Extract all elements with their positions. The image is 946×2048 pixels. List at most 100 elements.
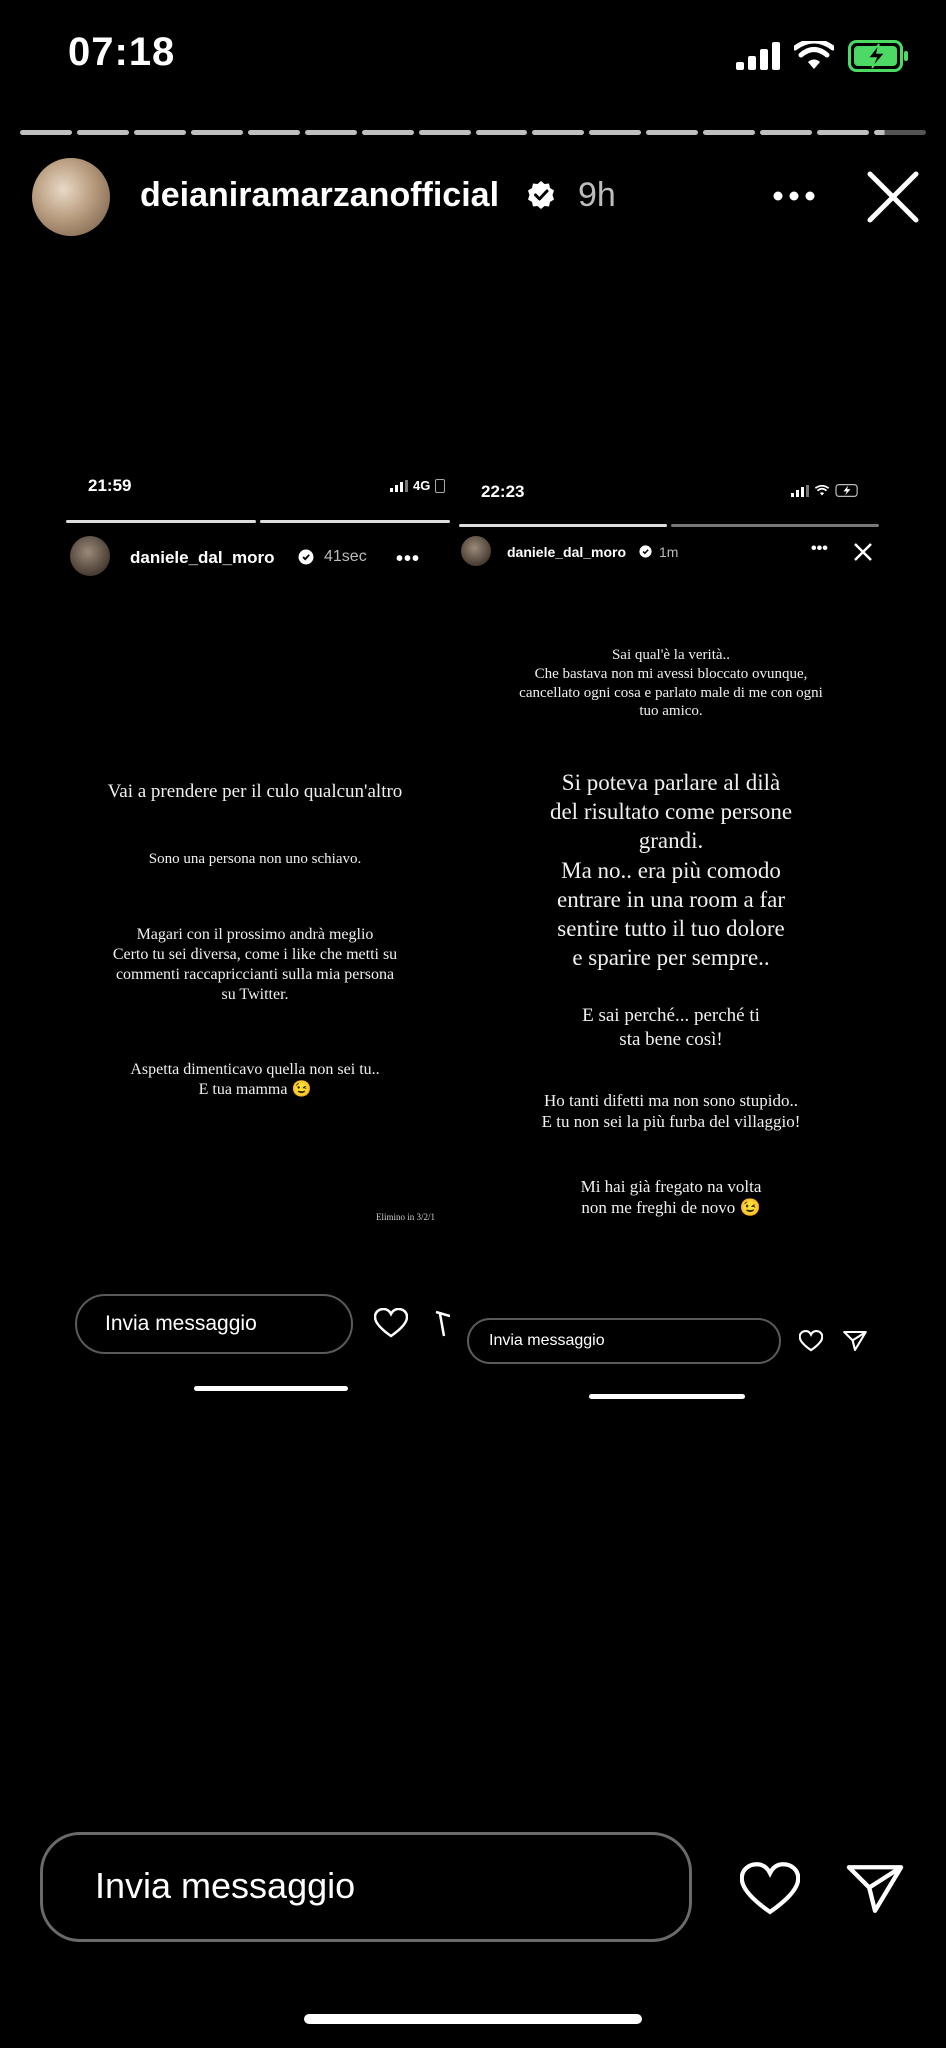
progress-segment [532, 130, 585, 135]
signal-icon [736, 42, 780, 70]
text-line: Che bastava non mi avessi bloccato ovunq… [534, 665, 808, 682]
heart-icon[interactable] [740, 1862, 800, 1916]
progress-segment [133, 130, 186, 135]
text-line: Si poteva parlare al dilà [561, 770, 781, 795]
right-status-icons [791, 484, 861, 497]
send-icon[interactable] [846, 1862, 904, 1916]
message-input[interactable]: Invia messaggio [467, 1318, 781, 1364]
send-icon[interactable] [843, 1330, 867, 1352]
progress-segment [361, 130, 414, 135]
right-status-time: 22:23 [481, 482, 525, 501]
text-line: del risultato come persone [549, 799, 793, 825]
text-line: Mi hai già fregato na volta [580, 1177, 762, 1196]
right-progress-bar [459, 524, 879, 527]
verified-badge-icon [528, 181, 554, 209]
battery-charging-icon [835, 484, 858, 497]
text-line: cancellato ogni cosa e parlato male di m… [519, 684, 823, 701]
right-time-ago: 1m [659, 544, 679, 560]
wifi-icon [794, 41, 834, 69]
progress-segment [646, 130, 699, 135]
delete-countdown: Elimino in 3/2/1 [376, 1212, 436, 1222]
progress-segment [703, 130, 756, 135]
more-options-icon[interactable] [772, 190, 816, 202]
verified-badge-icon [639, 545, 652, 558]
progress-segment [20, 130, 72, 135]
story-text: Magari con il prossimo andrà meglio Cert… [60, 925, 450, 1005]
story-text: Vai a prendere per il culo qualcun'altro [107, 781, 403, 802]
text-line: sentire tutto il tuo dolore [557, 916, 785, 942]
text-line: Aspetta dimenticavo quella non sei tu.. [130, 1061, 380, 1078]
avatar[interactable] [70, 536, 110, 576]
home-indicator[interactable] [194, 1386, 348, 1391]
story-progress-bar [20, 130, 926, 135]
progress-segment [247, 130, 300, 135]
battery-icon [435, 478, 446, 493]
network-label: 4G [413, 478, 431, 493]
left-screenshot: 21:59 4G daniele_dal_moro 41sec ••• Vai … [60, 460, 450, 1400]
close-icon[interactable] [866, 170, 920, 224]
story-username[interactable]: deianiramarzanofficial [140, 176, 499, 215]
story-text: Ho tanti difetti ma non sono stupido.. E… [455, 1090, 887, 1133]
story-time-ago: 9h [578, 176, 616, 214]
signal-icon [390, 479, 408, 492]
text-line: Certo tu sei diversa, come i like che me… [112, 946, 398, 963]
home-indicator[interactable] [589, 1394, 745, 1399]
status-icons [736, 40, 910, 72]
text-line: E sai perché... perché ti [582, 1005, 760, 1026]
progress-segment [817, 130, 870, 135]
progress-segment-active [874, 130, 926, 135]
story-text: Sono una persona non uno schiavo. [148, 851, 362, 867]
status-time: 07:18 [68, 30, 176, 74]
wifi-icon [815, 484, 829, 496]
progress-segment [760, 130, 813, 135]
text-line: E tua mamma 😉 [198, 1081, 312, 1098]
avatar[interactable] [32, 158, 110, 236]
heart-icon[interactable] [374, 1308, 408, 1338]
more-options-icon[interactable]: ••• [811, 540, 828, 558]
message-input[interactable]: Invia messaggio [75, 1294, 353, 1354]
heart-icon[interactable] [799, 1330, 823, 1352]
right-screenshot: 22:23 daniele_dal_moro 1m ••• Sai qual'è… [455, 460, 895, 1410]
left-time-ago: 41sec [324, 548, 367, 565]
text-line: e sparire per sempre.. [572, 945, 770, 971]
progress-segment [304, 130, 357, 135]
text-line: Magari con il prossimo andrà meglio [136, 926, 374, 943]
text-line: E tu non sei la più furba del villaggio! [541, 1112, 801, 1132]
home-indicator[interactable] [304, 2014, 642, 2024]
left-username[interactable]: daniele_dal_moro [130, 548, 275, 568]
story-text: Si poteva parlare al dilà del risultato … [455, 768, 887, 972]
signal-icon [791, 484, 809, 497]
message-input[interactable]: Invia messaggio [40, 1832, 692, 1942]
battery-charging-icon [848, 40, 908, 72]
text-line: entrare in una room a far [557, 886, 785, 912]
progress-segment [589, 130, 642, 135]
close-icon[interactable] [853, 542, 873, 562]
verified-badge-icon [298, 549, 314, 565]
progress-segment [418, 130, 471, 135]
story-text: Mi hai già fregato na volta non me fregh… [455, 1176, 887, 1219]
right-username[interactable]: daniele_dal_moro [507, 544, 626, 560]
more-options-icon[interactable]: ••• [396, 548, 420, 571]
send-icon[interactable] [434, 1310, 450, 1338]
story-text: E sai perché... perché ti sta bene così! [455, 1004, 887, 1052]
text-line: non me freghi de novo 😉 [581, 1198, 761, 1218]
text-line: grandi. [638, 828, 704, 854]
text-line: Ma no.. era più comodo [561, 857, 781, 883]
text-line: su Twitter. [221, 986, 289, 1003]
text-line: tuo amico. [639, 703, 703, 720]
left-status-icons: 4G [390, 478, 446, 493]
text-line: commenti raccapriccianti sulla mia perso… [115, 966, 395, 983]
text-line: sta bene così! [619, 1028, 723, 1050]
progress-segment [190, 130, 243, 135]
left-status-time: 21:59 [88, 476, 132, 495]
progress-segment [475, 130, 528, 135]
story-text: Aspetta dimenticavo quella non sei tu.. … [60, 1060, 450, 1100]
text-line: Sai qual'è la verità.. [611, 647, 731, 663]
left-progress-bar [66, 520, 450, 523]
avatar[interactable] [461, 536, 491, 566]
progress-segment [671, 524, 879, 527]
progress-segment [76, 130, 129, 135]
story-text: Sai qual'è la verità.. Che bastava non m… [455, 646, 887, 721]
text-line: Ho tanti difetti ma non sono stupido.. [543, 1091, 799, 1110]
progress-segment [66, 520, 256, 523]
